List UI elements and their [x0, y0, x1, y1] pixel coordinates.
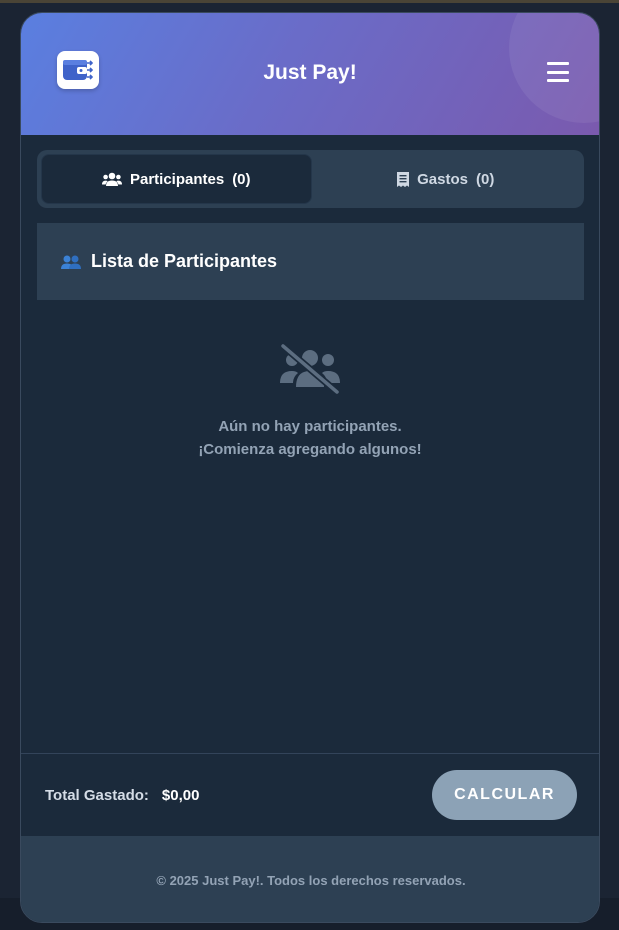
- app-title: Just Pay!: [263, 61, 357, 84]
- tab-participantes-label: Participantes: [129, 170, 225, 188]
- empty-state-line2: ¡Comienza agregando algunos!: [198, 441, 422, 458]
- calculate-button[interactable]: CALCULAR: [432, 770, 577, 820]
- empty-state: Aún no hay participantes. ¡Comienza agre…: [21, 343, 599, 461]
- section-title: Lista de Participantes: [91, 251, 278, 271]
- tab-participantes[interactable]: Participantes (0): [41, 154, 312, 204]
- tab-bar: Participantes (0) Gastos (0): [37, 150, 584, 208]
- empty-state-message: Aún no hay participantes. ¡Comienza agre…: [21, 415, 599, 461]
- total-spent-label: Total Gastado:: [45, 786, 149, 804]
- hamburger-menu-icon[interactable]: [547, 62, 569, 82]
- receipt-icon: [397, 171, 410, 187]
- summary-bar: Total Gastado: $0,00 CALCULAR: [21, 753, 599, 836]
- app-header: Just Pay!: [21, 13, 599, 135]
- tab-participantes-count: (0): [232, 170, 251, 188]
- app-container: Just Pay! Participantes (0) Gastos (0) L…: [20, 12, 600, 923]
- users-icon: [101, 172, 122, 186]
- total-spent-value: $0,00: [161, 786, 200, 804]
- users-slash-icon: [280, 343, 340, 395]
- people-emoji-icon: [61, 255, 81, 269]
- tab-gastos-label: Gastos: [417, 170, 468, 188]
- empty-state-line1: Aún no hay participantes.: [218, 418, 402, 435]
- browser-top-strip: [0, 0, 619, 3]
- participants-list-header: Lista de Participantes: [37, 223, 584, 300]
- tab-gastos[interactable]: Gastos (0): [312, 154, 581, 204]
- tab-gastos-count: (0): [476, 170, 495, 188]
- copyright-footer: © 2025 Just Pay!. Todos los derechos res…: [21, 836, 599, 922]
